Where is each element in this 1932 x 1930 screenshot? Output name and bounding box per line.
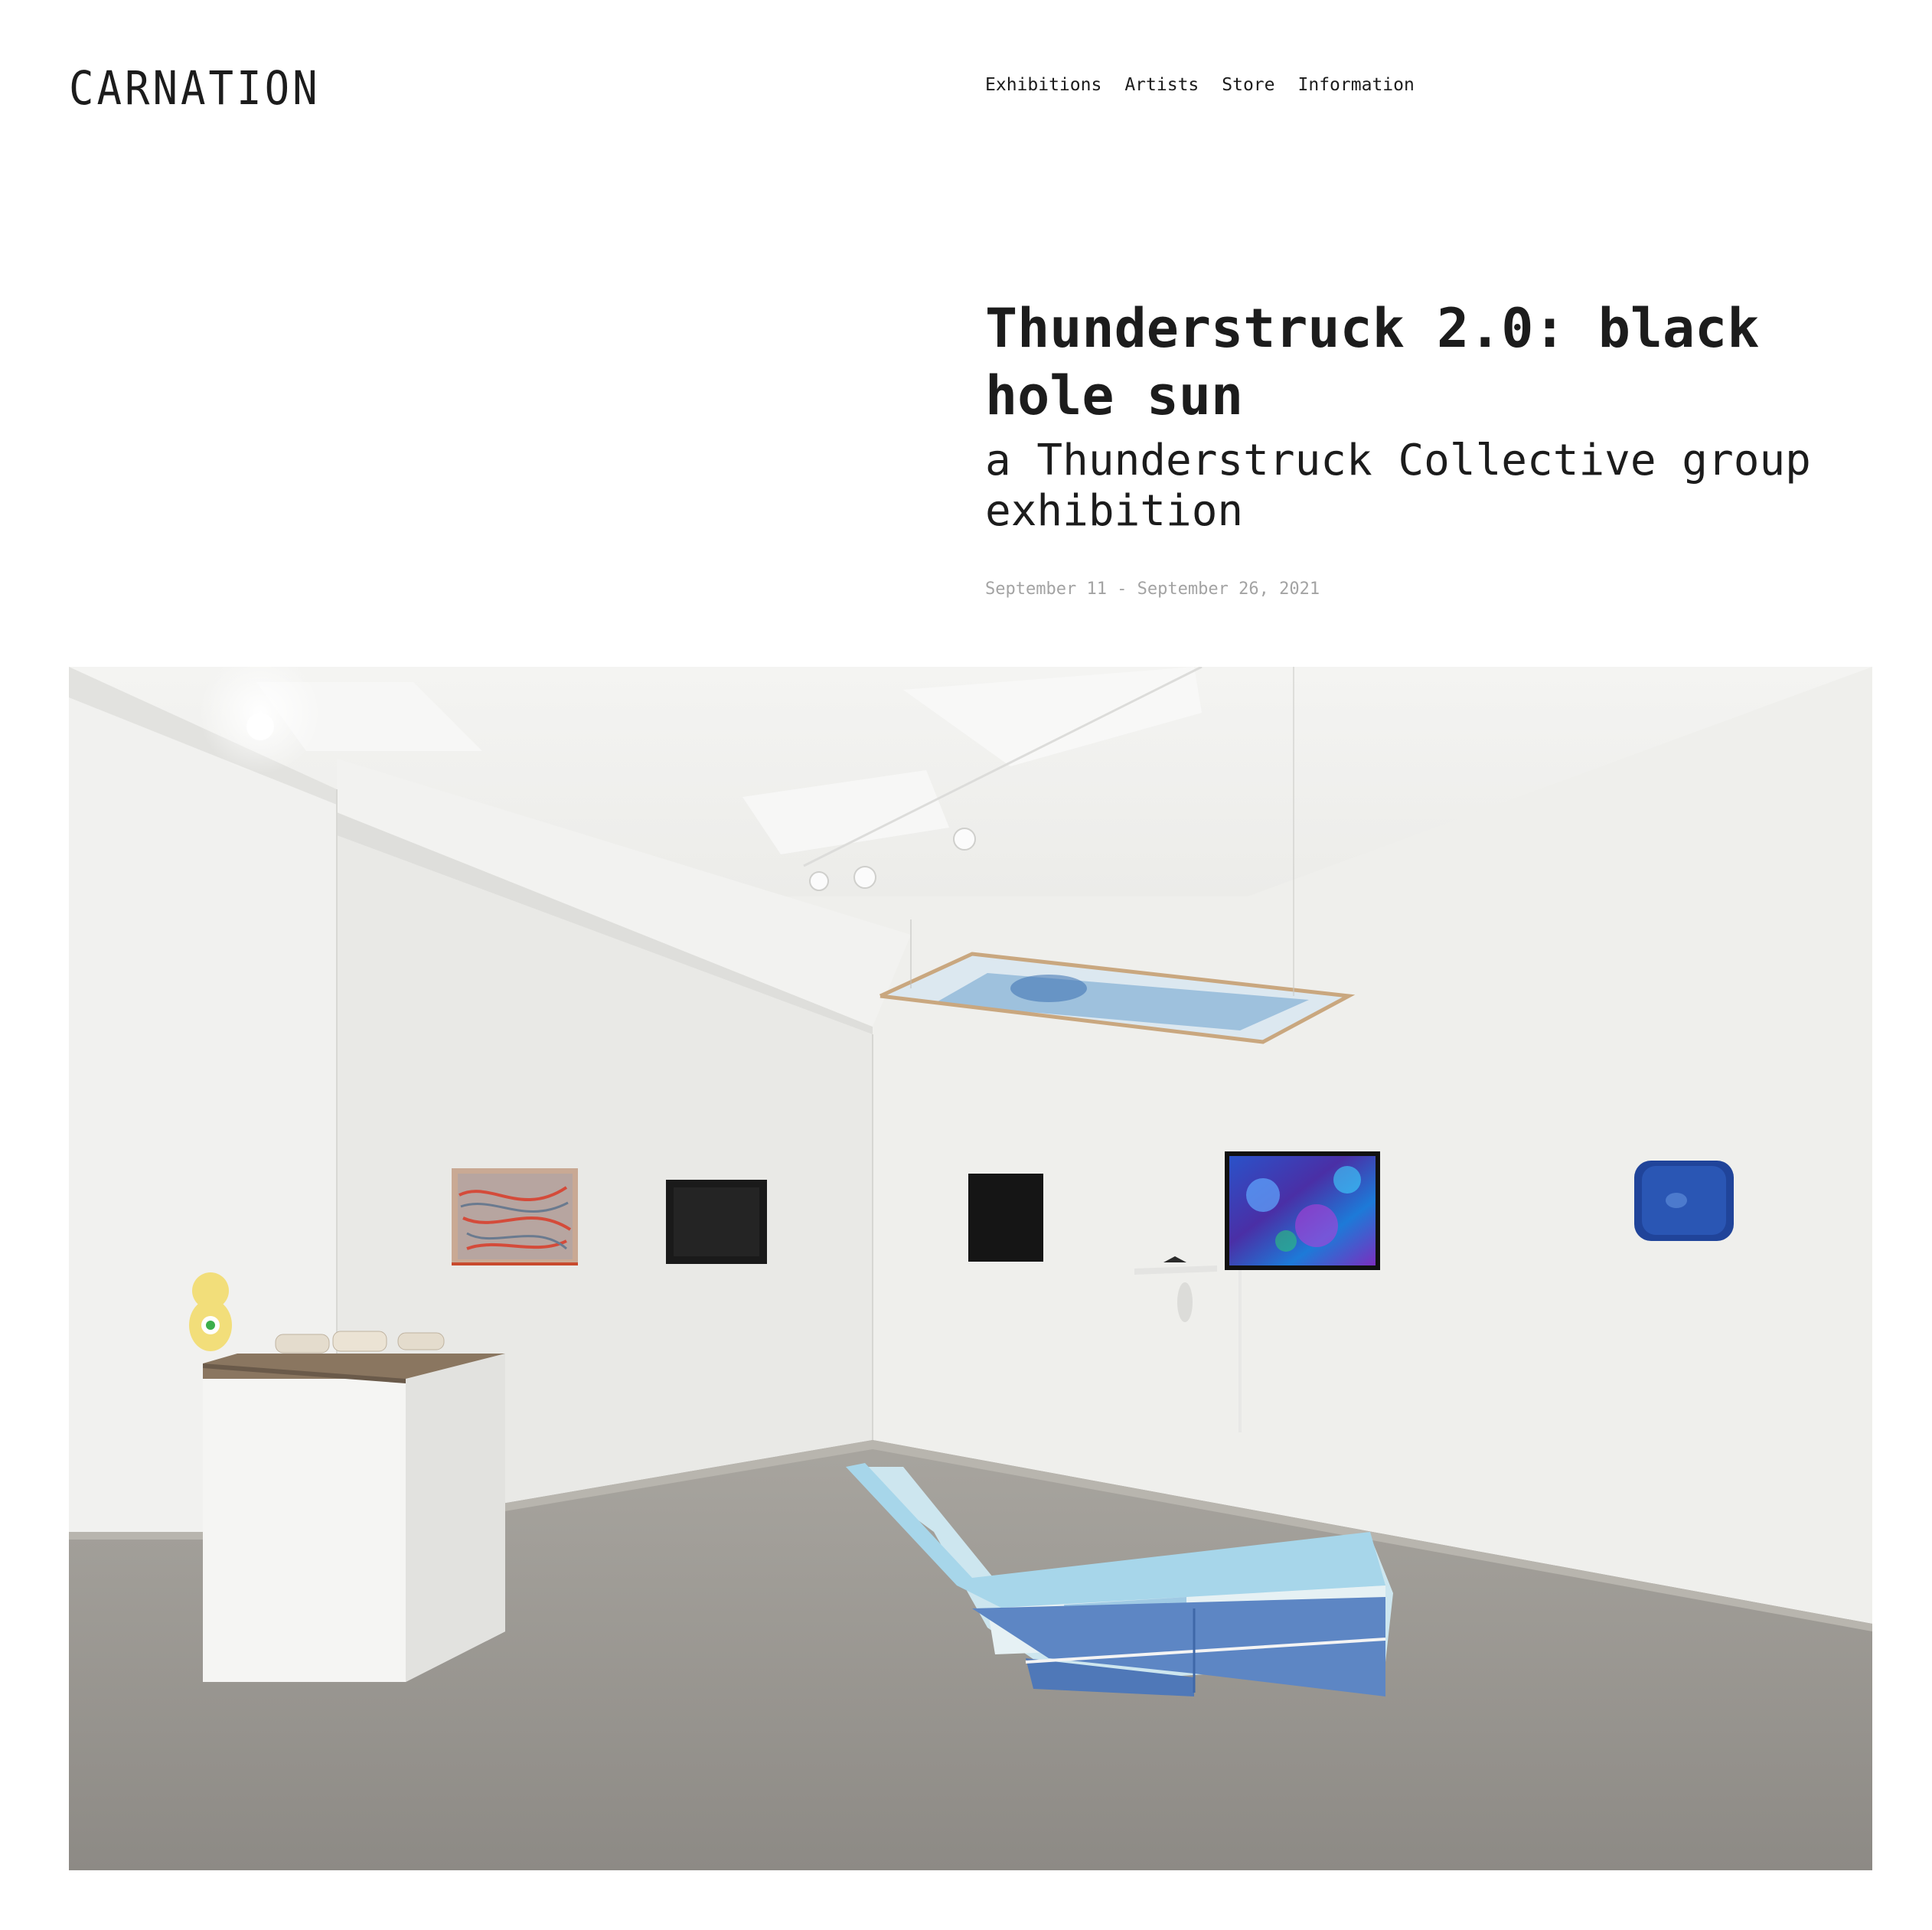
main-nav: Exhibitions Artists Store Information	[985, 73, 1415, 96]
exhibition-dates: September 11 - September 26, 2021	[985, 580, 1320, 599]
nav-link-artists[interactable]: Artists	[1124, 73, 1199, 96]
site-logo[interactable]: CARNATION	[69, 62, 321, 114]
exhibition-title: Thunderstruck 2.0: black hole sun	[985, 297, 1760, 427]
installation-view-illustration	[69, 667, 1872, 1870]
exhibition-subtitle: a Thunderstruck Collective group exhibit…	[985, 436, 1811, 536]
exhibition-header: Thunderstruck 2.0: black hole sun a Thun…	[985, 295, 1865, 601]
nav-link-store[interactable]: Store	[1222, 73, 1274, 96]
nav-link-information[interactable]: Information	[1298, 73, 1415, 96]
installation-photo[interactable]	[69, 667, 1872, 1870]
nav-link-exhibitions[interactable]: Exhibitions	[985, 73, 1101, 96]
